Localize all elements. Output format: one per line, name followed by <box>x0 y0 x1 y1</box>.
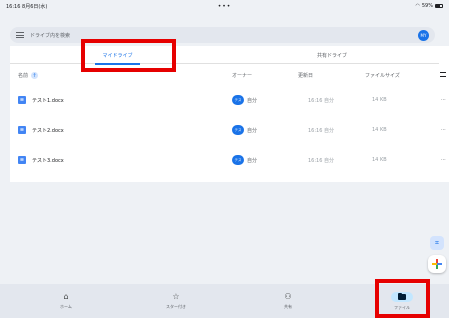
scan-icon: ⌗ <box>435 238 439 247</box>
status-right: ◠ 59% <box>415 3 443 9</box>
file-owner: テス 自分 <box>232 95 257 105</box>
column-name-label: 名前 <box>18 73 29 79</box>
list-view-icon[interactable] <box>440 72 446 77</box>
file-modified: 16:16 自分 <box>308 158 334 164</box>
column-modified[interactable]: 更新日 <box>298 72 313 79</box>
nav-home-label: ホーム <box>60 304 72 309</box>
scan-document-button[interactable]: ⌗ <box>430 236 444 250</box>
more-options-icon[interactable]: ··· <box>441 97 446 103</box>
owner-label: 自分 <box>247 127 258 134</box>
file-name: テスト2.docx <box>32 128 64 134</box>
nav-starred-label: スター付き <box>166 304 186 309</box>
owner-avatar: テス <box>232 95 244 105</box>
star-icon: ☆ <box>172 292 180 301</box>
file-row[interactable]: ≡ テスト2.docx テス 自分 16:16 自分 14 KB ··· <box>10 123 449 137</box>
new-item-button[interactable] <box>428 255 446 273</box>
column-header-row: 名前 ↑ オーナー 更新日 ファイルサイズ <box>10 70 449 82</box>
highlight-box-my-drive-tab <box>81 39 176 72</box>
nav-shared-label: 共有 <box>284 304 292 309</box>
menu-icon[interactable] <box>16 32 24 38</box>
plus-icon <box>432 259 442 269</box>
docs-icon: ≡ <box>18 126 26 134</box>
status-bar: 16:16 8月6日(水) ••• ◠ 59% <box>0 0 449 12</box>
file-name: テスト1.docx <box>32 98 64 104</box>
battery-percent: 59% <box>421 3 433 9</box>
nav-starred[interactable]: ☆ スター付き <box>120 284 232 318</box>
search-input[interactable]: ドライブ内を検索 <box>30 32 418 39</box>
wifi-icon: ◠ <box>415 3 420 9</box>
column-owner[interactable]: オーナー <box>232 72 252 79</box>
file-name: テスト3.docx <box>32 158 64 164</box>
file-size: 14 KB <box>372 97 387 103</box>
file-browser: マイドライブ 共有ドライブ 名前 ↑ オーナー 更新日 ファイルサイズ ≡ テス… <box>10 46 449 182</box>
status-time-date: 16:16 8月6日(水) <box>6 3 48 10</box>
file-size: 14 KB <box>372 157 387 163</box>
docs-icon: ≡ <box>18 96 26 104</box>
search-bar[interactable]: ドライブ内を検索 MY <box>10 27 435 43</box>
owner-label: 自分 <box>247 157 258 164</box>
multitasking-dots[interactable]: ••• <box>218 3 232 10</box>
file-modified: 16:16 自分 <box>308 128 334 134</box>
nav-home[interactable]: ⌂ ホーム <box>10 284 122 318</box>
owner-label: 自分 <box>247 97 258 104</box>
owner-avatar: テス <box>232 125 244 135</box>
battery-icon <box>435 4 443 8</box>
account-avatar[interactable]: MY <box>418 29 429 41</box>
more-options-icon[interactable]: ··· <box>441 157 446 163</box>
column-size[interactable]: ファイルサイズ <box>365 72 400 79</box>
file-modified: 16:16 自分 <box>308 98 334 104</box>
file-row[interactable]: ≡ テスト1.docx テス 自分 16:16 自分 14 KB ··· <box>10 93 449 107</box>
docs-icon: ≡ <box>18 156 26 164</box>
highlight-box-files-nav <box>375 279 430 318</box>
home-icon: ⌂ <box>63 292 69 301</box>
sort-arrow-icon[interactable]: ↑ <box>31 72 39 79</box>
owner-avatar: テス <box>232 155 244 165</box>
column-name[interactable]: 名前 ↑ <box>18 72 39 79</box>
tab-shared-drives[interactable]: 共有ドライブ <box>225 46 439 64</box>
file-row[interactable]: ≡ テスト3.docx テス 自分 16:16 自分 14 KB ··· <box>10 153 449 167</box>
file-owner: テス 自分 <box>232 155 257 165</box>
more-options-icon[interactable]: ··· <box>441 127 446 133</box>
shared-icon: ⚇ <box>284 292 292 301</box>
nav-shared[interactable]: ⚇ 共有 <box>232 284 344 318</box>
file-size: 14 KB <box>372 127 387 133</box>
drive-tabs: マイドライブ 共有ドライブ <box>10 46 439 65</box>
file-owner: テス 自分 <box>232 125 257 135</box>
